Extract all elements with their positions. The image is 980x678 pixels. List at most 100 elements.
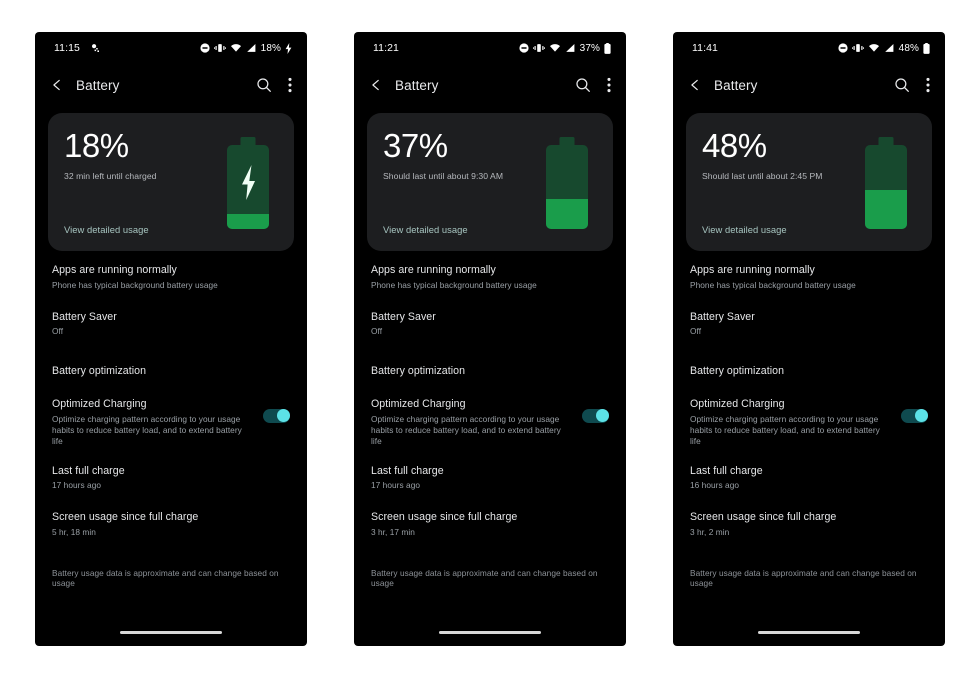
search-icon[interactable]: [894, 77, 910, 93]
battery-icon: [863, 137, 909, 229]
app-bar: Battery: [36, 63, 306, 107]
battery-usage-footnote: Battery usage data is approximate and ca…: [52, 567, 279, 588]
row-apps-running-subtitle: Phone has typical background battery usa…: [52, 279, 218, 290]
battery-summary-text: 18% 32 min left until charged View detaile…: [64, 129, 222, 237]
chevron-left-icon[interactable]: [50, 78, 64, 92]
row-last-full-charge-title: Last full charge: [371, 464, 444, 477]
battery-summary-text: 48% Should last until about 2:45 PM View d…: [702, 129, 860, 237]
row-apps-running[interactable]: Apps are running normally Phone has typic…: [367, 251, 613, 291]
settings-scroll-area: 48% Should last until about 2:45 PM View d…: [674, 107, 944, 619]
row-battery-saver-title: Battery Saver: [52, 310, 117, 323]
app-bar: Battery: [355, 63, 625, 107]
row-apps-running[interactable]: Apps are running normally Phone has typic…: [686, 251, 932, 291]
row-battery-optimization-title: Battery optimization: [690, 365, 785, 378]
row-apps-running-subtitle: Phone has typical background battery usa…: [371, 279, 537, 290]
do-not-disturb-icon: [838, 43, 848, 53]
row-battery-optimization[interactable]: Battery optimization: [367, 337, 613, 378]
phone-1: 11:15 18% Battery 18% 32 min left until char…: [36, 33, 306, 645]
more-vertical-icon[interactable]: [926, 77, 930, 93]
status-bar: 11:41 48%: [674, 33, 944, 63]
battery-icon-area: [860, 129, 916, 237]
battery-estimate-text: Should last until about 9:30 AM: [383, 171, 504, 181]
row-optimized-charging-title: Optimized Charging: [52, 397, 147, 410]
row-optimized-charging[interactable]: Optimized Charging Optimize charging patt…: [367, 378, 613, 447]
row-last-full-charge-value: 16 hours ago: [690, 480, 740, 491]
row-battery-optimization-title: Battery optimization: [52, 365, 147, 378]
vibrate-icon: [213, 43, 226, 53]
cell-signal-icon: [565, 43, 575, 53]
row-screen-usage[interactable]: Screen usage since full charge 3 hr, 2 mi…: [686, 491, 932, 538]
row-battery-optimization-title: Battery optimization: [371, 365, 466, 378]
row-battery-saver[interactable]: Battery Saver Off: [686, 291, 932, 338]
status-clock: 11:41: [692, 42, 718, 54]
row-last-full-charge[interactable]: Last full charge 16 hours ago: [686, 447, 932, 492]
status-clock: 11:15: [54, 42, 80, 54]
location-indicator-icon: [90, 43, 101, 54]
view-detailed-usage-link[interactable]: View detailed usage: [702, 224, 860, 235]
wifi-icon: [230, 43, 242, 53]
toggle-knob: [276, 409, 290, 423]
row-last-full-charge-value: 17 hours ago: [371, 480, 421, 491]
more-vertical-icon[interactable]: [288, 77, 292, 93]
row-optimized-charging-text: Optimized Charging Optimize charging patt…: [371, 398, 582, 447]
navigation-bar: [36, 619, 306, 645]
battery-status-icon: [604, 42, 611, 54]
view-detailed-usage-link[interactable]: View detailed usage: [64, 224, 222, 235]
row-screen-usage-title: Screen usage since full charge: [52, 511, 199, 524]
battery-icon-area: [541, 129, 597, 237]
optimized-charging-toggle[interactable]: [901, 408, 928, 423]
vibrate-icon: [532, 43, 545, 53]
row-screen-usage[interactable]: Screen usage since full charge 3 hr, 17 m…: [367, 491, 613, 538]
row-battery-saver-title: Battery Saver: [371, 310, 436, 323]
charging-bolt-icon: [285, 42, 292, 54]
row-battery-saver-title: Battery Saver: [690, 310, 755, 323]
row-battery-saver[interactable]: Battery Saver Off: [48, 291, 294, 338]
optimized-charging-toggle[interactable]: [263, 408, 290, 423]
row-optimized-charging-title: Optimized Charging: [690, 397, 785, 410]
home-gesture-pill[interactable]: [439, 630, 541, 634]
chevron-left-icon[interactable]: [688, 78, 702, 92]
row-apps-running[interactable]: Apps are running normally Phone has typic…: [48, 251, 294, 291]
phone-3: 11:41 48% Battery 48% Should last until abou…: [674, 33, 944, 645]
page-title: Battery: [395, 77, 439, 93]
search-icon[interactable]: [256, 77, 272, 93]
do-not-disturb-icon: [200, 43, 210, 53]
chevron-left-icon[interactable]: [369, 78, 383, 92]
row-last-full-charge[interactable]: Last full charge 17 hours ago: [367, 447, 613, 492]
battery-usage-footnote: Battery usage data is approximate and ca…: [690, 567, 917, 588]
status-right-icons: 37%: [519, 42, 611, 54]
row-optimized-charging[interactable]: Optimized Charging Optimize charging patt…: [48, 378, 294, 447]
row-battery-saver-value: Off: [371, 326, 383, 337]
row-optimized-charging-subtitle: Optimize charging pattern according to y…: [52, 413, 242, 446]
phone-2: 11:21 37% Battery 37% Should last until abou…: [355, 33, 625, 645]
row-screen-usage-title: Screen usage since full charge: [690, 511, 837, 524]
row-battery-optimization[interactable]: Battery optimization: [686, 337, 932, 378]
optimized-charging-toggle[interactable]: [582, 408, 609, 423]
row-last-full-charge[interactable]: Last full charge 17 hours ago: [48, 447, 294, 492]
view-detailed-usage-link[interactable]: View detailed usage: [383, 224, 541, 235]
status-left-icons: [90, 43, 101, 54]
settings-scroll-area: 37% Should last until about 9:30 AM View d…: [355, 107, 625, 619]
home-gesture-pill[interactable]: [120, 630, 222, 634]
row-screen-usage-value: 3 hr, 2 min: [690, 526, 730, 537]
row-screen-usage[interactable]: Screen usage since full charge 5 hr, 18 m…: [48, 491, 294, 538]
battery-status-icon: [923, 42, 930, 54]
row-last-full-charge-title: Last full charge: [690, 464, 763, 477]
toggle-knob: [914, 409, 928, 423]
phones-stage: 11:15 18% Battery 18% 32 min left until char…: [0, 0, 980, 678]
search-icon[interactable]: [575, 77, 591, 93]
row-battery-saver[interactable]: Battery Saver Off: [367, 291, 613, 338]
battery-percent-large: 37%: [383, 127, 448, 164]
more-vertical-icon[interactable]: [607, 77, 611, 93]
row-apps-running-title: Apps are running normally: [371, 264, 496, 276]
row-optimized-charging-subtitle: Optimize charging pattern according to y…: [371, 413, 561, 446]
status-clock: 11:21: [373, 42, 399, 54]
wifi-icon: [868, 43, 880, 53]
vibrate-icon: [851, 43, 864, 53]
home-gesture-pill[interactable]: [758, 630, 860, 634]
row-apps-running-title: Apps are running normally: [690, 264, 815, 276]
battery-estimate-text: Should last until about 2:45 PM: [702, 171, 823, 181]
row-battery-optimization[interactable]: Battery optimization: [48, 337, 294, 378]
row-optimized-charging[interactable]: Optimized Charging Optimize charging patt…: [686, 378, 932, 447]
settings-scroll-area: 18% 32 min left until charged View detaile…: [36, 107, 306, 619]
